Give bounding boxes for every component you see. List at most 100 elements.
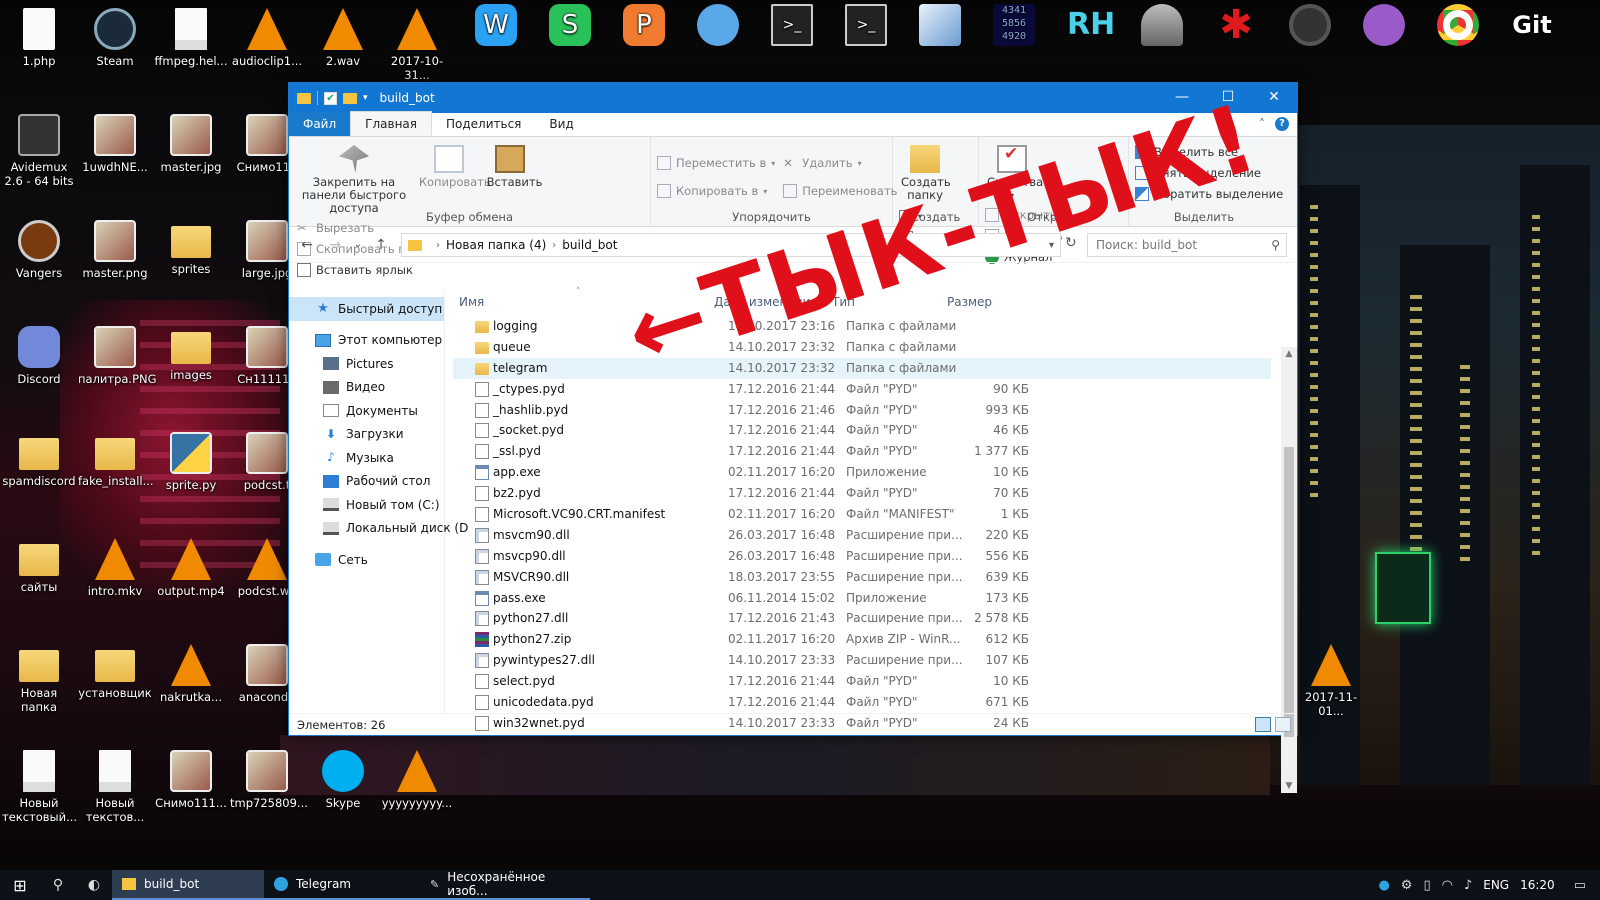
desktop-icon[interactable]: установщик bbox=[78, 638, 152, 738]
scroll-up-icon[interactable]: ▲ bbox=[1281, 349, 1297, 359]
desktop-icon[interactable]: Avidemux 2.6 - 64 bits bbox=[2, 108, 76, 208]
nav-downloads[interactable]: ⬇ Загрузки bbox=[289, 423, 444, 447]
nav-drive-d[interactable]: Локальный диск (D bbox=[289, 517, 468, 541]
paste-button[interactable]: Вставить bbox=[485, 141, 542, 191]
close-button[interactable]: ✕ bbox=[1251, 83, 1297, 113]
rename-button[interactable]: Переименовать bbox=[783, 177, 897, 205]
file-row[interactable]: _hashlib.pyd 17.12.2016 21:46 Файл "PYD" 99… bbox=[453, 400, 1271, 421]
file-row[interactable]: unicodedata.pyd 17.12.2016 21:44 Файл "PYD… bbox=[453, 692, 1271, 713]
windows-start-icon[interactable]: ⊞ bbox=[0, 870, 40, 900]
nav-network[interactable]: Сеть bbox=[289, 548, 444, 572]
desktop-icon[interactable]: Новый текстов... bbox=[78, 744, 152, 844]
file-row[interactable]: MSVCR90.dll 18.03.2017 23:55 Расширение пр… bbox=[453, 567, 1271, 588]
git-icon[interactable]: Git bbox=[1504, 0, 1560, 98]
desktop-icon[interactable]: Discord bbox=[2, 320, 76, 420]
file-row[interactable]: app.exe 02.11.2017 16:20 Приложение 10 КБ bbox=[453, 462, 1271, 483]
scroll-down-icon[interactable]: ▼ bbox=[1281, 781, 1297, 791]
nav-drive-c[interactable]: Новый том (C:) bbox=[289, 493, 444, 517]
back-arrow-icon[interactable]: ← bbox=[293, 237, 321, 253]
desktop-icon[interactable]: Steam bbox=[78, 2, 152, 102]
taskbar-app-telegram[interactable]: Telegram bbox=[264, 870, 420, 900]
breadcrumb-current[interactable]: build_bot bbox=[562, 238, 617, 252]
column-date[interactable]: Дата изменения bbox=[714, 295, 818, 309]
file-row[interactable]: python27.dll 17.12.2016 21:43 Расширение п… bbox=[453, 608, 1271, 629]
new-folder-button[interactable]: Создать папку bbox=[899, 141, 951, 204]
telegram-tray-icon[interactable]: ● bbox=[1378, 878, 1389, 893]
details-view-icon[interactable] bbox=[1255, 717, 1271, 732]
taskbar-app-paint[interactable]: ✎ Несохранённое изоб... bbox=[420, 870, 590, 900]
nav-this-pc[interactable]: Этот компьютер bbox=[289, 329, 444, 353]
desktop-icon[interactable]: sprites bbox=[154, 214, 228, 314]
desktop-icon[interactable]: Skype bbox=[306, 744, 380, 844]
desktop-icon[interactable]: nakrutka... bbox=[154, 638, 228, 738]
maximize-button[interactable]: ☐ bbox=[1205, 83, 1251, 113]
desktop-icon[interactable]: master.png bbox=[78, 214, 152, 314]
chevron-down-icon[interactable]: ▾ bbox=[363, 93, 368, 103]
file-row[interactable]: python27.zip 02.11.2017 16:20 Архив ZIP - … bbox=[453, 629, 1271, 650]
chrome-icon[interactable] bbox=[1430, 0, 1486, 98]
invert-selection-button[interactable]: Обратить выделение bbox=[1135, 183, 1283, 204]
desktop-icon[interactable]: Новая папка bbox=[2, 638, 76, 738]
file-row[interactable]: _ctypes.pyd 17.12.2016 21:44 Файл "PYD" 90 … bbox=[453, 379, 1271, 400]
title-bar[interactable]: ✔ ▾ build_bot — ☐ ✕ bbox=[289, 83, 1297, 113]
desktop-icon[interactable]: палитра.PNG bbox=[78, 320, 157, 420]
desktop-icon[interactable]: 1.php bbox=[2, 2, 76, 102]
pinned-app-icon[interactable]: ◐ bbox=[76, 870, 112, 900]
copy-button[interactable]: Копировать bbox=[417, 141, 491, 191]
github-icon[interactable] bbox=[1356, 0, 1412, 98]
desktop-icon[interactable]: intro.mkv bbox=[78, 532, 152, 632]
file-row[interactable]: bz2.pyd 17.12.2016 21:44 Файл "PYD" 70 КБ bbox=[453, 483, 1271, 504]
desktop-icon[interactable]: Новый текстовый... bbox=[2, 744, 77, 844]
chevron-down-icon[interactable]: ▾ bbox=[1049, 240, 1054, 251]
desktop-icon[interactable]: output.mp4 bbox=[154, 532, 228, 632]
notifications-icon[interactable]: ▭ bbox=[1574, 878, 1586, 893]
desktop-icon[interactable]: spamdiscord bbox=[2, 426, 76, 526]
desktop-icon[interactable]: ffmpeg.hel... bbox=[154, 2, 228, 102]
nav-video[interactable]: Видео bbox=[289, 376, 444, 400]
breadcrumb-parent[interactable]: Новая папка (4) bbox=[446, 238, 546, 252]
file-row[interactable]: logging 14.10.2017 23:16 Папка с файлами bbox=[453, 316, 1271, 337]
tab-home[interactable]: Главная bbox=[350, 111, 432, 136]
collapse-ribbon-icon[interactable]: ˄ bbox=[1259, 117, 1265, 131]
desktop-icon[interactable]: 2017-11-01... bbox=[1294, 638, 1368, 738]
file-row[interactable]: select.pyd 17.12.2016 21:44 Файл "PYD" 10 К… bbox=[453, 671, 1271, 692]
tab-view[interactable]: Вид bbox=[535, 112, 587, 136]
taskbar-app-build-bot[interactable]: build_bot bbox=[112, 870, 264, 900]
properties-button[interactable]: Свойства ▾ bbox=[985, 141, 1043, 204]
battery-icon[interactable]: ▯ bbox=[1423, 878, 1430, 893]
file-row[interactable]: telegram 14.10.2017 23:32 Папка с файлами bbox=[453, 357, 1271, 379]
file-row[interactable]: _socket.pyd 17.12.2016 21:44 Файл "PYD" 46 … bbox=[453, 420, 1271, 441]
tab-file[interactable]: Файл bbox=[289, 112, 351, 136]
scrollbar-thumb[interactable] bbox=[1284, 447, 1294, 737]
move-to-button[interactable]: Переместить в ▾ bbox=[657, 149, 775, 177]
desktop-icon[interactable]: fake_install... bbox=[78, 426, 154, 526]
file-row[interactable]: pass.exe 06.11.2014 15:02 Приложение 173 КБ bbox=[453, 588, 1271, 609]
search-icon[interactable]: ⚲ bbox=[40, 870, 76, 900]
file-row[interactable]: msvcm90.dll 26.03.2017 16:48 Расширение пр… bbox=[453, 525, 1271, 546]
select-none-button[interactable]: Снять выделение bbox=[1135, 162, 1273, 183]
file-row[interactable]: _ssl.pyd 17.12.2016 21:44 Файл "PYD" 1 377 … bbox=[453, 441, 1271, 462]
desktop-icon[interactable]: master.jpg bbox=[154, 108, 228, 208]
network-activity-icon[interactable]: ⚙ bbox=[1401, 878, 1413, 893]
file-row[interactable]: Microsoft.VC90.CRT.manifest 02.11.2017 16… bbox=[453, 504, 1271, 525]
desktop-icon[interactable]: images bbox=[154, 320, 228, 420]
wifi-icon[interactable]: ◠ bbox=[1442, 878, 1453, 893]
volume-icon[interactable]: ♪ bbox=[1464, 878, 1472, 893]
nav-documents[interactable]: Документы bbox=[289, 399, 444, 423]
file-row[interactable]: msvcp90.dll 26.03.2017 16:48 Расширение пр… bbox=[453, 546, 1271, 567]
clock[interactable]: 16:20 bbox=[1520, 878, 1555, 892]
nav-desktop[interactable]: Рабочий стол bbox=[289, 470, 444, 494]
column-type[interactable]: Тип bbox=[832, 295, 855, 309]
nav-music[interactable]: ♪ Музыка bbox=[289, 446, 444, 470]
properties-check-icon[interactable]: ✔ bbox=[324, 91, 337, 105]
desktop-icon[interactable]: 1uwdhNE... bbox=[78, 108, 152, 208]
up-arrow-icon[interactable]: ↑ bbox=[367, 237, 395, 253]
column-name[interactable]: Имя bbox=[459, 295, 484, 309]
desktop-icon[interactable]: sprite.py bbox=[154, 426, 228, 526]
pin-quick-access-button[interactable]: Закрепить на панели быстрого доступа bbox=[295, 141, 413, 217]
language-indicator[interactable]: ENG bbox=[1483, 878, 1509, 892]
address-bar[interactable]: › Новая папка (4) › build_bot ▾ bbox=[401, 233, 1061, 257]
delete-button[interactable]: ✕ Удалить ▾ bbox=[783, 149, 897, 177]
column-size[interactable]: Размер bbox=[947, 295, 992, 309]
desktop-icon[interactable]: Vangers bbox=[2, 214, 76, 314]
